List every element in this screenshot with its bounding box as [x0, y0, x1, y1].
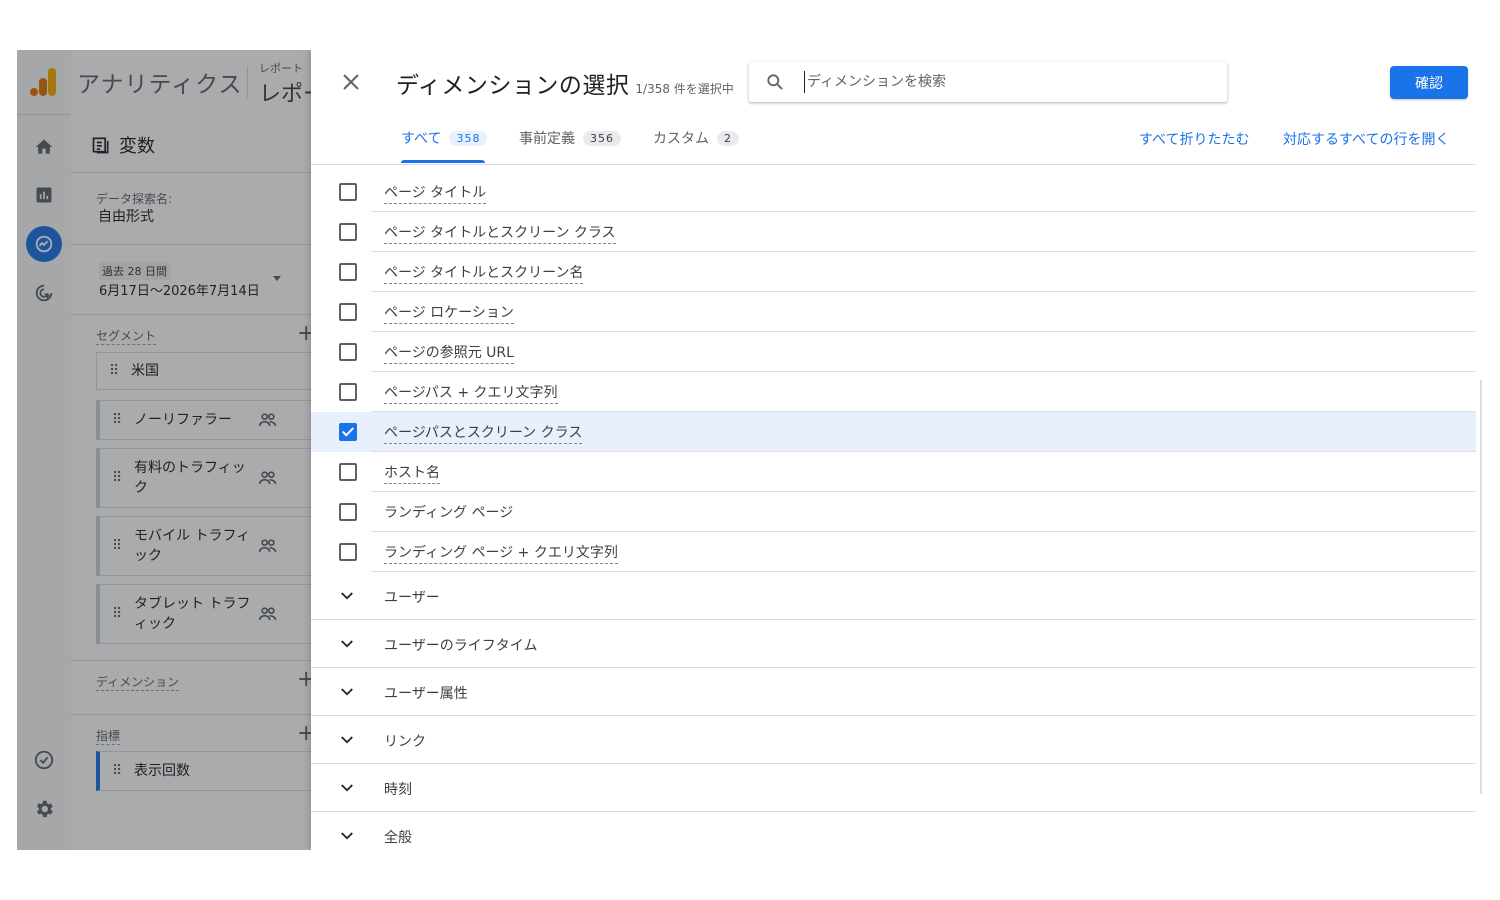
active-tab-indicator — [401, 160, 485, 163]
tab-bar: すべて 358 事前定義 356 カスタム 2 すべて折りたたむ 対応するすべて… — [311, 114, 1476, 165]
category-group[interactable]: 全般 — [311, 812, 1476, 850]
chevron-down-icon[interactable] — [338, 731, 356, 749]
category-label: リンク — [384, 734, 426, 750]
tab-count-badge: 356 — [583, 130, 621, 146]
tab-count-badge: 2 — [717, 130, 739, 146]
dimension-search-input[interactable] — [804, 71, 1207, 93]
row-checkbox[interactable] — [339, 463, 357, 481]
row-checkbox[interactable] — [339, 543, 357, 561]
tab-label: すべて — [401, 131, 442, 147]
chevron-down-icon[interactable] — [338, 635, 356, 653]
row-checkbox[interactable] — [339, 223, 357, 241]
dimension-label: ページパス + クエリ文字列 — [384, 382, 558, 404]
dimension-row-selected[interactable]: ページパスとスクリーン クラス — [311, 412, 1476, 452]
row-checkbox[interactable] — [339, 263, 357, 281]
dimension-label: ページパスとスクリーン クラス — [384, 422, 583, 444]
category-label: 全般 — [384, 830, 412, 846]
category-group[interactable]: ユーザー属性 — [311, 668, 1476, 716]
row-checkbox[interactable] — [339, 383, 357, 401]
dimension-label: ページ タイトルとスクリーン名 — [384, 262, 584, 284]
dimension-row[interactable]: ページ タイトルとスクリーン名 — [311, 252, 1476, 292]
chevron-down-icon[interactable] — [338, 779, 356, 797]
category-label: ユーザーのライフタイム — [384, 638, 538, 654]
dimension-row[interactable]: ページパス + クエリ文字列 — [311, 372, 1476, 412]
dimension-row[interactable]: ホスト名 — [311, 452, 1476, 492]
dimension-search-box[interactable] — [749, 62, 1227, 102]
dialog-title: ディメンションの選択 1/358 件を選択中 — [396, 66, 734, 100]
list-scrollbar[interactable] — [1480, 380, 1482, 794]
analytics-window: アナリティクス レポート レポー 変数 データ探索名: 自由形式 過去 28 日… — [17, 50, 1483, 850]
dimension-label: ページ タイトルとスクリーン クラス — [384, 222, 616, 244]
row-checkbox[interactable] — [339, 503, 357, 521]
confirm-button[interactable]: 確認 — [1390, 66, 1468, 99]
dimension-label: ホスト名 — [384, 462, 440, 484]
category-label: ユーザー属性 — [384, 686, 468, 702]
dimension-label: ページの参照元 URL — [384, 342, 514, 364]
collapse-all-link[interactable]: すべて折りたたむ — [1139, 129, 1249, 149]
row-checkbox[interactable] — [339, 183, 357, 201]
dimension-row[interactable]: ページの参照元 URL — [311, 332, 1476, 372]
dimension-label: ページ タイトル — [384, 182, 487, 204]
dimension-label: ランディング ページ — [384, 505, 514, 521]
category-label: ユーザー — [384, 590, 440, 606]
category-group[interactable]: 時刻 — [311, 764, 1476, 812]
dialog-title-text: ディメンションの選択 — [396, 73, 630, 99]
search-icon — [767, 74, 783, 90]
modal-scrim[interactable] — [17, 50, 311, 850]
dimension-row[interactable]: ページ タイトル — [311, 172, 1476, 212]
category-group[interactable]: リンク — [311, 716, 1476, 764]
tab-label: 事前定義 — [519, 131, 575, 147]
tab-custom[interactable]: カスタム 2 — [653, 128, 739, 148]
category-group[interactable]: ユーザーのライフタイム — [311, 620, 1476, 668]
tab-predefined[interactable]: 事前定義 356 — [519, 128, 621, 148]
category-label: 時刻 — [384, 782, 412, 798]
category-group[interactable]: ユーザー — [311, 572, 1476, 620]
tab-count-badge: 358 — [449, 130, 488, 146]
dimension-row[interactable]: ページ タイトルとスクリーン クラス — [311, 212, 1476, 252]
dimension-picker-dialog: ディメンションの選択 1/358 件を選択中 確認 すべて 358 事前定義 35… — [311, 50, 1483, 850]
row-checkbox[interactable] — [339, 343, 357, 361]
row-checkbox[interactable] — [339, 303, 357, 321]
tab-label: カスタム — [653, 131, 709, 147]
chevron-down-icon[interactable] — [338, 587, 356, 605]
dimension-label: ランディング ページ + クエリ文字列 — [384, 542, 618, 564]
dimension-row[interactable]: ランディング ページ — [311, 492, 1476, 532]
chevron-down-icon[interactable] — [338, 827, 356, 845]
chevron-down-icon[interactable] — [338, 683, 356, 701]
row-checkbox-checked[interactable] — [339, 423, 357, 441]
dimension-row[interactable]: ページ ロケーション — [311, 292, 1476, 332]
expand-all-link[interactable]: 対応するすべての行を開く — [1283, 129, 1449, 149]
dimension-label: ページ ロケーション — [384, 302, 514, 324]
dimension-row[interactable]: ランディング ページ + クエリ文字列 — [311, 532, 1476, 572]
selection-count: 1/358 件を選択中 — [635, 82, 734, 96]
tab-all[interactable]: すべて 358 — [401, 128, 488, 148]
close-icon[interactable] — [339, 70, 363, 94]
